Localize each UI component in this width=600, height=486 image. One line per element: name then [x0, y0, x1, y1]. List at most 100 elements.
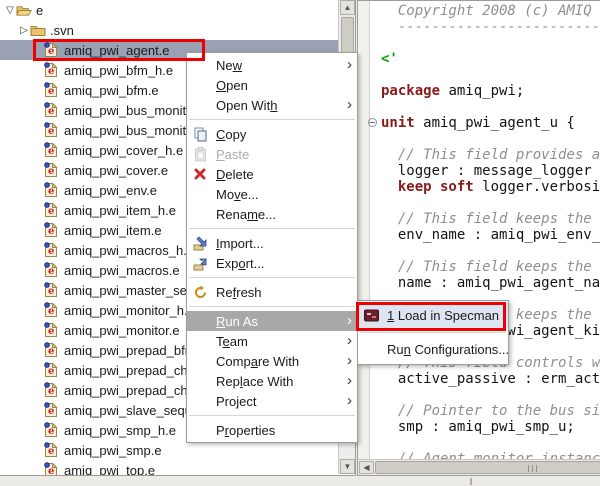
svg-text:e: e [48, 186, 54, 197]
svg-text:e: e [48, 386, 54, 397]
code-text: logger.verbosity [482, 179, 600, 195]
tree-row-svn[interactable]: ▷ .svn [0, 20, 338, 40]
svg-text:e: e [48, 266, 54, 277]
menu-separator [187, 411, 357, 420]
editor-horizontal-scrollbar[interactable]: ◀ [358, 459, 600, 475]
menu-item-label: Replace With [216, 373, 294, 389]
submenu-arrow-icon: › [347, 312, 352, 329]
menu-item-run-as[interactable]: Run As › [187, 311, 357, 331]
refresh-icon [193, 284, 210, 300]
fold-collapse-icon[interactable] [368, 118, 377, 127]
code-line: env_name : amiq_pwi_env_n [381, 227, 600, 243]
menu-item-open-with[interactable]: Open With › [187, 95, 357, 115]
code-line: // This field keeps the m [381, 211, 600, 227]
expander-collapsed-icon[interactable]: ▷ [18, 25, 30, 36]
menu-item-label: Run Configurations... [387, 342, 510, 357]
menu-item-properties[interactable]: Properties [187, 420, 357, 440]
scroll-down-button[interactable]: ▼ [340, 459, 355, 474]
e-file-icon: e [44, 222, 60, 238]
menu-item-label: Team [216, 333, 248, 349]
menu-item-team[interactable]: Team › [187, 331, 357, 351]
editor-panel[interactable]: Copyright 2008 (c) AMIQ ----------------… [357, 0, 600, 476]
tree-item-label: amiq_pwi_cover_h.e [64, 142, 184, 158]
folder-icon [30, 22, 46, 38]
menu-item-copy[interactable]: Copy [187, 124, 357, 144]
submenu-arrow-icon: › [347, 332, 352, 349]
menu-item-label: Delete [216, 166, 254, 182]
e-file-icon: e [44, 202, 60, 218]
code-text: amiq_pwi; [440, 83, 525, 99]
code-text: smp : amiq_pwi_smp_u; [381, 419, 575, 435]
scroll-left-button[interactable]: ◀ [359, 461, 374, 474]
menu-item-label: Copy [216, 126, 247, 142]
copy-icon [193, 126, 210, 142]
e-file-icon: e [44, 462, 60, 476]
code-line: <' [381, 51, 600, 67]
tree-item-label: amiq_pwi_top.e [64, 462, 156, 476]
import-icon [193, 235, 210, 251]
tree-item-label: .svn [50, 22, 74, 38]
menu-item-refresh[interactable]: Refresh [187, 282, 357, 302]
run-as-submenu: 1 Load in Specman Run Configurations... [356, 300, 510, 365]
sash-handle[interactable] [470, 478, 472, 485]
menu-item-move[interactable]: Move... [187, 184, 357, 204]
menu-item-label: Project [216, 393, 257, 409]
svg-text:e: e [48, 466, 54, 476]
svg-text:e: e [48, 306, 54, 317]
tree-row-amiq-pwi-top-e[interactable]: e amiq_pwi_top.e [0, 460, 338, 476]
tree-item-label: amiq_pwi_macros.e [64, 262, 180, 278]
code-line: active_passive : erm_activ [381, 371, 600, 387]
eclipse-window: ▽ e ▷ .svn e amiq_pwi_agent.e e amiq_pwi_bfm_h.… [0, 0, 600, 486]
code-line: // This field provides a [381, 147, 600, 163]
menu-item-run-configurations[interactable]: Run Configurations... [358, 337, 510, 362]
tree-item-label: amiq_pwi_smp.e [64, 442, 162, 458]
menu-item-compare-with[interactable]: Compare With › [187, 351, 357, 371]
svg-text:e: e [48, 346, 54, 357]
code-area[interactable]: Copyright 2008 (c) AMIQ ----------------… [368, 3, 600, 475]
code-line: keep soft logger.verbosity [381, 179, 600, 195]
svg-text:e: e [48, 46, 54, 57]
icon-spacer [193, 313, 210, 329]
e-file-icon: e [44, 142, 60, 158]
tree-row-amiq-pwi-smp-e[interactable]: e amiq_pwi_smp.e [0, 440, 338, 460]
icon-spacer [193, 393, 210, 409]
scroll-up-button[interactable]: ▲ [340, 0, 355, 15]
tree-item-label: amiq_pwi_monitor.e [64, 322, 180, 338]
menu-item-import[interactable]: Import... [187, 233, 357, 253]
code-comment: Copyright 2008 (c) AMIQ [381, 3, 592, 19]
code-comment: // This field provides a [381, 147, 600, 163]
export-icon [193, 255, 210, 271]
menu-item-project[interactable]: Project › [187, 391, 357, 411]
thumb-grip [532, 465, 533, 472]
menu-item-label: Import... [216, 235, 264, 251]
expander-expanded-icon[interactable]: ▽ [4, 5, 16, 16]
menu-item-label: Open [216, 77, 248, 93]
menu-item-1-load-in-specman[interactable]: 1 Load in Specman [356, 302, 508, 331]
submenu-arrow-icon: › [347, 352, 352, 369]
menu-item-open[interactable]: Open [187, 75, 357, 95]
delete-icon [193, 166, 210, 182]
menu-item-export[interactable]: Export... [187, 253, 357, 273]
svg-text:e: e [48, 446, 54, 457]
submenu-arrow-icon: › [347, 96, 352, 113]
paste-icon [193, 146, 210, 162]
menu-separator [187, 273, 357, 282]
editor-scrollbar-thumb[interactable] [375, 461, 600, 474]
menu-item-label: 1 Load in Specman [387, 308, 500, 323]
menu-item-delete[interactable]: Delete [187, 164, 357, 184]
e-file-icon: e [44, 302, 60, 318]
svg-text:e: e [48, 366, 54, 377]
menu-item-replace-with[interactable]: Replace With › [187, 371, 357, 391]
menu-item-new[interactable]: New › [187, 55, 357, 75]
menu-item-label: Export... [216, 255, 265, 271]
menu-separator [187, 115, 357, 124]
e-file-icon: e [44, 342, 60, 358]
svg-text:e: e [48, 126, 54, 137]
tree-row-e[interactable]: ▽ e [0, 0, 338, 20]
code-line: package amiq_pwi; [381, 83, 600, 99]
menu-item-rename[interactable]: Rename... [187, 204, 357, 224]
svg-text:e: e [48, 286, 54, 297]
